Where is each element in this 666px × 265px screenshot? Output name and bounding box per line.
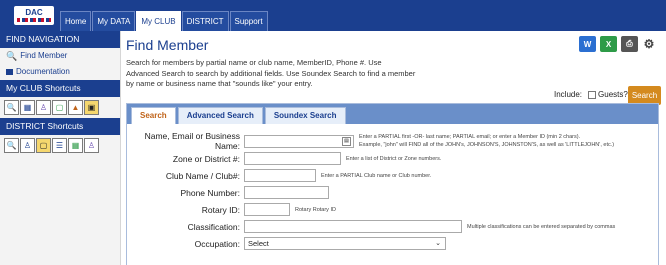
- dac-logo[interactable]: DAC: [14, 6, 54, 25]
- export-word-icon[interactable]: W: [579, 36, 596, 52]
- search-panel: Search Advanced Search Soundex Search Na…: [126, 103, 659, 265]
- zone-row: Zone or District #: Enter a list of Dist…: [127, 152, 441, 165]
- classification-row: Classification: Multiple classifications…: [127, 220, 615, 233]
- phone-input[interactable]: [244, 186, 329, 199]
- occupation-label: Occupation:: [194, 238, 240, 249]
- district-report-shortcut-icon[interactable]: ▦: [68, 138, 83, 153]
- find-member-shortcut-icon[interactable]: 🔍: [4, 100, 19, 115]
- district-search-shortcut-icon[interactable]: 🔍: [4, 138, 19, 153]
- nav-tab-support[interactable]: Support: [229, 11, 268, 31]
- club-admin-shortcut-icon[interactable]: ▲: [68, 100, 83, 115]
- name-label: Name, Email or Business Name:: [144, 131, 240, 151]
- club-shortcuts-header: My CLUB Shortcuts: [0, 80, 120, 97]
- phone-label: Phone Number:: [180, 187, 240, 198]
- rotary-label: Rotary ID:: [201, 204, 240, 215]
- guests-checkbox[interactable]: [588, 90, 597, 99]
- rotary-row: Rotary ID: Rotary Rotary ID: [127, 203, 336, 216]
- nav-tab-district[interactable]: DISTRICT: [181, 11, 229, 31]
- occupation-row: Occupation: Select ⌄: [127, 237, 446, 250]
- book-icon: [6, 69, 13, 75]
- logo-text: DAC: [25, 8, 43, 17]
- lookup-icon[interactable]: ▤: [342, 136, 351, 146]
- club-label: Club Name / Club#:: [165, 170, 240, 181]
- sidebar-item-documentation[interactable]: Documentation: [0, 64, 120, 80]
- name-hint: Enter a PARTIAL first -OR- last name; PA…: [359, 133, 614, 149]
- name-hint-line-1: Enter a PARTIAL first -OR- last name; PA…: [359, 134, 581, 140]
- logo-flag-stripe: [17, 18, 51, 22]
- page-title: Find Member: [126, 37, 209, 53]
- occupation-select[interactable]: Select ⌄: [244, 237, 446, 250]
- reports-shortcut-icon[interactable]: ▢: [52, 100, 67, 115]
- nav-tab-my-data[interactable]: My DATA: [92, 11, 136, 31]
- include-label: Include:: [554, 90, 583, 99]
- club-row: Club Name / Club#: Enter a PARTIAL Club …: [127, 169, 431, 182]
- sidebar-item-label: Documentation: [16, 67, 70, 76]
- tab-advanced-search[interactable]: Advanced Search: [177, 107, 263, 124]
- zone-label: Zone or District #:: [172, 153, 240, 164]
- district-shortcuts-header: DISTRICT Shortcuts: [0, 118, 120, 135]
- rotary-id-input[interactable]: [244, 203, 290, 216]
- zone-hint: Enter a list of District or Zone numbers…: [346, 155, 442, 162]
- zone-input[interactable]: [244, 152, 341, 165]
- club-input[interactable]: [244, 169, 316, 182]
- sidebar-item-label: Find Member: [20, 51, 68, 60]
- district-people-shortcut-icon[interactable]: ♙: [20, 138, 35, 153]
- guests-label: Guests?: [598, 90, 628, 99]
- occupation-selected-value: Select: [248, 239, 269, 248]
- sidebar: FIND NAVIGATION 🔍 Find Member Documentat…: [0, 31, 121, 265]
- search-icon: 🔍: [6, 51, 18, 61]
- include-guests-control: Include: Guests?: [554, 90, 628, 99]
- district-list-shortcut-icon[interactable]: ☰: [52, 138, 67, 153]
- page-description: Search for members by partial name or cl…: [126, 58, 416, 88]
- classification-hint: Multiple classifications can be entered …: [467, 223, 616, 230]
- nav-tab-my-club[interactable]: My CLUB: [136, 11, 181, 31]
- calendar-shortcut-icon[interactable]: ▣: [84, 100, 99, 115]
- name-input[interactable]: ▤: [244, 134, 354, 148]
- top-nav-bar: DAC Home My DATA My CLUB DISTRICT Suppor…: [0, 0, 666, 31]
- sidebar-item-find-member[interactable]: 🔍 Find Member: [0, 48, 120, 64]
- find-navigation-header: FIND NAVIGATION: [0, 31, 120, 48]
- export-excel-icon[interactable]: X: [600, 36, 617, 52]
- name-hint-line-2: Example, "john" will FIND all of the JOH…: [359, 142, 615, 148]
- phone-row: Phone Number:: [127, 186, 329, 199]
- club-shortcut-icons: 🔍 ▦ ♙ ▢ ▲ ▣: [0, 97, 120, 118]
- rotary-hint: Rotary Rotary ID: [295, 206, 336, 213]
- print-icon[interactable]: ⎙: [621, 36, 638, 52]
- main-content: Find Member Search for members by partia…: [122, 31, 666, 265]
- tab-soundex-search[interactable]: Soundex Search: [264, 107, 346, 124]
- members-shortcut-icon[interactable]: ♙: [36, 100, 51, 115]
- classification-label: Classification:: [187, 221, 240, 232]
- settings-gear-icon[interactable]: ⚙: [642, 36, 656, 52]
- district-folder-shortcut-icon[interactable]: ▢: [36, 138, 51, 153]
- club-hint: Enter a PARTIAL Club name or Club number…: [321, 172, 432, 179]
- classification-input[interactable]: [244, 220, 462, 233]
- nav-tab-home[interactable]: Home: [60, 11, 92, 31]
- main-nav-tabs: Home My DATA My CLUB DISTRICT Support: [60, 11, 269, 31]
- search-tabs: Search Advanced Search Soundex Search: [127, 104, 658, 124]
- name-row: Name, Email or Business Name: ▤ Enter a …: [127, 131, 615, 151]
- tab-search[interactable]: Search: [131, 107, 176, 124]
- chevron-down-icon: ⌄: [435, 240, 441, 247]
- club-roster-shortcut-icon[interactable]: ▦: [20, 100, 35, 115]
- toolbar: W X ⎙ ⚙: [579, 36, 656, 52]
- district-members-shortcut-icon[interactable]: ♙: [84, 138, 99, 153]
- district-shortcut-icons: 🔍 ♙ ▢ ☰ ▦ ♙: [0, 135, 120, 156]
